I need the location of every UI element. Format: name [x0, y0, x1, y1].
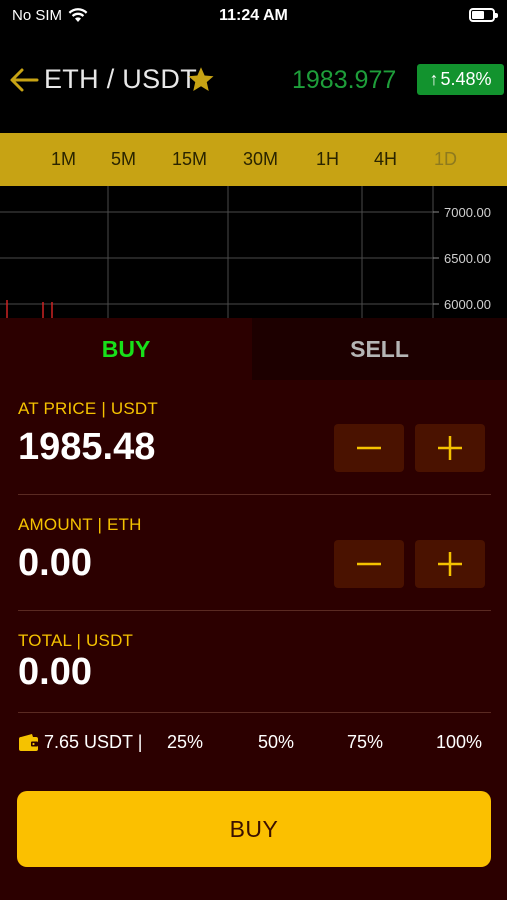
star-icon[interactable] — [186, 65, 216, 95]
pair-title: ETH / USDT — [44, 64, 198, 94]
timeframe-1h[interactable]: 1H — [316, 149, 339, 170]
pair-header: ETH / USDT 1983.977 ↑ 5.48% — [0, 50, 507, 110]
divider — [18, 712, 491, 713]
timeframe-4h[interactable]: 4H — [374, 149, 397, 170]
percent-50-button[interactable]: 50% — [258, 732, 294, 753]
timeframe-30m[interactable]: 30M — [243, 149, 278, 170]
price-decrease-button[interactable] — [334, 424, 404, 472]
total-label: TOTAL | USDT — [18, 631, 134, 650]
last-price: 1983.977 — [292, 66, 397, 94]
timeframe-5m[interactable]: 5M — [111, 149, 136, 170]
tab-sell[interactable]: SELL — [252, 318, 507, 380]
plus-icon — [438, 436, 462, 460]
arrow-up-icon: ↑ — [429, 69, 439, 89]
available-balance: 7.65 USDT | — [44, 732, 143, 752]
price-label: AT PRICE | USDT — [18, 399, 158, 418]
amount-label: AMOUNT | ETH — [18, 515, 142, 534]
price-increase-button[interactable] — [415, 424, 485, 472]
amount-input[interactable]: 0.00 — [18, 542, 92, 585]
price-chart[interactable]: 7000.00 6500.00 6000.00 — [0, 186, 507, 320]
amount-increase-button[interactable] — [415, 540, 485, 588]
timeframe-15m[interactable]: 15M — [172, 149, 207, 170]
percent-25-button[interactable]: 25% — [167, 732, 203, 753]
status-time: 11:24 AM — [219, 7, 288, 24]
minus-icon — [357, 562, 381, 566]
amount-decrease-button[interactable] — [334, 540, 404, 588]
chart-canvas: 7000.00 6500.00 6000.00 — [0, 186, 491, 320]
battery-icon — [469, 8, 498, 22]
wallet-icon — [19, 734, 38, 751]
price-level-label: 6000.00 — [444, 297, 491, 312]
tab-buy[interactable]: BUY — [0, 318, 252, 380]
minus-icon — [357, 446, 381, 450]
back-arrow-icon[interactable] — [8, 64, 40, 96]
price-input[interactable]: 1985.48 — [18, 426, 155, 469]
timeframe-1d[interactable]: 1D — [434, 149, 457, 170]
plus-icon — [438, 552, 462, 576]
price-level-label: 6500.00 — [444, 251, 491, 266]
percent-100-button[interactable]: 100% — [436, 732, 482, 753]
balance-row: 7.65 USDT | 25% 50% 75% 100% — [18, 730, 488, 758]
timeframe-1m[interactable]: 1M — [51, 149, 76, 170]
price-level-label: 7000.00 — [444, 205, 491, 220]
buy-submit-button[interactable]: BUY — [17, 791, 491, 867]
order-panel: BUY SELL AT PRICE | USDT 1985.48 AMOUNT … — [0, 318, 507, 900]
percent-75-button[interactable]: 75% — [347, 732, 383, 753]
total-value: 0.00 — [18, 651, 92, 693]
status-bar: No SIM 11:24 AM — [0, 0, 507, 34]
divider — [18, 494, 491, 495]
timeframe-bar: 1M 5M 15M 30M 1H 4H 1D — [0, 133, 507, 186]
divider — [18, 610, 491, 611]
price-change-badge: ↑ 5.48% — [417, 64, 504, 95]
price-change-value: 5.48% — [440, 69, 492, 89]
